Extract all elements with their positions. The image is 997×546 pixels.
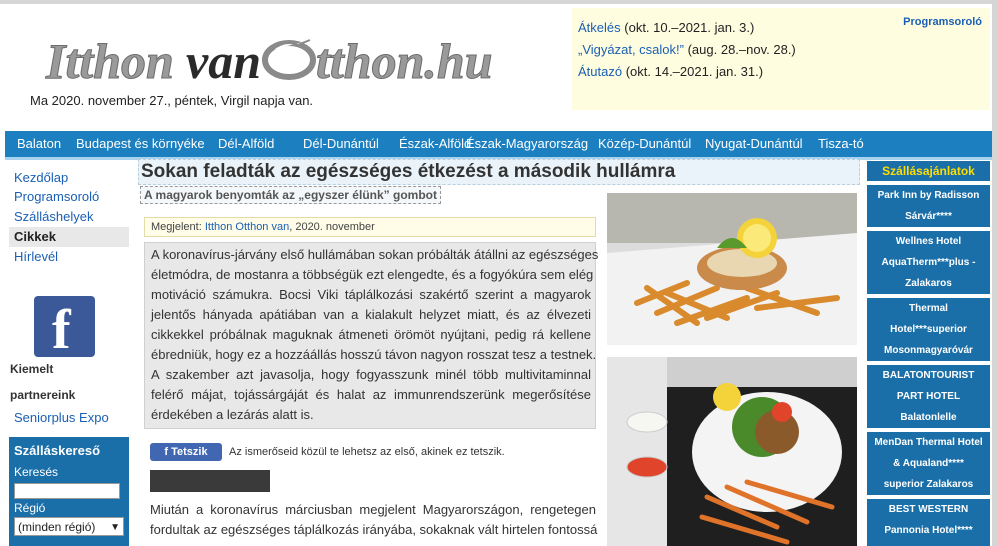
offer-line: Sárvár****: [905, 211, 952, 222]
event-dates: (okt. 14.–2021. jan. 31.): [625, 64, 764, 79]
event-item: Átkelés (okt. 10.–2021. jan. 3.): [578, 20, 754, 35]
offer-line: Hotel***superior: [890, 324, 967, 335]
article-title: Sokan feladták az egészséges étkezést a …: [141, 161, 676, 182]
search-title: Szálláskereső: [14, 443, 101, 458]
ad-banner[interactable]: [150, 470, 270, 492]
svg-text:tthon.hu: tthon.hu: [316, 33, 493, 89]
article-intro: A koronavírus-járvány első hullámában so…: [144, 242, 599, 429]
events-program-link[interactable]: Programsoroló: [903, 16, 982, 28]
nav-budapest[interactable]: Budapest és környéke: [76, 136, 205, 151]
intro-line: motiváció számukra. Bocsi Viki táplálkoz…: [151, 287, 591, 302]
partners-heading-2: partnereink: [10, 388, 76, 402]
event-item: „Vigyázat, csalok!” (aug. 28.–nov. 28.): [578, 42, 796, 57]
event-dates: (aug. 28.–nov. 28.): [687, 42, 796, 57]
site-logo[interactable]: Itthon van tthon.hu: [44, 30, 534, 90]
meta-author-link[interactable]: Itthon Otthon van: [205, 221, 289, 233]
offers-heading: Szállásajánlatok: [867, 161, 990, 181]
intro-line: A koronavírus-járvány első hullámában so…: [151, 247, 599, 262]
nav-eszak-magyarorszag[interactable]: Észak-Magyarország: [466, 136, 588, 151]
search-keyword-label: Keresés: [14, 465, 59, 479]
offer-best-western[interactable]: BEST WESTERN Pannonia Hotel****: [867, 499, 990, 546]
intro-line: cikkekkel próbálnak maguknak átmeneti ör…: [151, 327, 591, 342]
svg-text:Itthon: Itthon: [45, 33, 174, 89]
event-item: Átutazó (okt. 14.–2021. jan. 31.): [578, 64, 763, 79]
offer-line: superior Zalakaros: [883, 479, 974, 490]
partner-link[interactable]: Seniorplus Expo: [14, 410, 109, 425]
intro-line: életmódra, de mostanra a többségük ezt e…: [151, 267, 594, 282]
event-link[interactable]: Átutazó: [578, 64, 622, 79]
search-input[interactable]: [14, 483, 120, 499]
nav-kozep-dunantul[interactable]: Közép-Dunántúl: [598, 136, 691, 151]
events-box: Programsoroló Átkelés (okt. 10.–2021. ja…: [572, 8, 990, 110]
accommodation-search: Szálláskereső Keresés Régió (minden régi…: [9, 437, 129, 546]
region-select-value: (minden régió): [18, 520, 96, 534]
nav-del-dunantul[interactable]: Dél-Dunántúl: [303, 136, 379, 151]
offer-thermal-hotel[interactable]: Thermal Hotel***superior Mosonmagyaróvár: [867, 298, 990, 361]
offer-line: Balatonlelle: [900, 412, 957, 423]
menu-programs[interactable]: Programsoroló: [9, 187, 129, 207]
like-label: Tetszik: [171, 446, 208, 458]
event-link[interactable]: Átkelés: [578, 20, 621, 35]
meta-date: , 2020. november: [289, 221, 375, 233]
intro-line: felérő májat, tojássárgáját és halat az …: [151, 387, 591, 402]
nav-balaton[interactable]: Balaton: [17, 136, 61, 151]
offer-line: Pannonia Hotel****: [884, 525, 973, 536]
event-link[interactable]: „Vigyázat, csalok!”: [578, 42, 684, 57]
article-meta: Megjelent: Itthon Otthon van, 2020. nove…: [144, 217, 596, 237]
offer-line: Thermal: [909, 303, 948, 314]
menu-home[interactable]: Kezdőlap: [9, 168, 129, 188]
offer-line: Zalakaros: [905, 278, 952, 289]
intro-line: érdekében a lezárás alatt is.: [151, 407, 314, 422]
nav-del-alfold[interactable]: Dél-Alföld: [218, 136, 274, 151]
menu-articles[interactable]: Cikkek: [9, 227, 129, 247]
meta-prefix: Megjelent:: [151, 221, 202, 233]
offer-line: Wellnes Hotel: [895, 236, 962, 247]
region-select[interactable]: (minden régió) ▼: [14, 517, 124, 536]
offer-line: Mosonmagyaróvár: [884, 345, 973, 356]
nav-tisza-to[interactable]: Tisza-tó: [818, 136, 864, 151]
facebook-icon[interactable]: f: [34, 296, 95, 361]
region-nav: Balaton Budapest és környéke Dél-Alföld …: [5, 131, 992, 160]
article-lead: A magyarok benyomták az „egyszer élünk” …: [140, 186, 441, 204]
nav-eszak-alfold[interactable]: Észak-Alföld: [399, 136, 471, 151]
offer-line: MenDan Thermal Hotel: [874, 437, 983, 448]
food-photo-plate: [607, 357, 857, 546]
svg-text:van: van: [186, 33, 261, 89]
offer-line: AquaTherm***plus -: [881, 257, 976, 268]
intro-line: jelentős hányada apátiában van a kialaku…: [151, 307, 591, 322]
partners-heading: Kiemelt: [10, 362, 54, 376]
offer-line: PART HOTEL: [896, 391, 961, 402]
offer-aquatherm[interactable]: Wellnes Hotel AquaTherm***plus - Zalakar…: [867, 231, 990, 294]
like-text: Az ismerőseid közül te lehetsz az első, …: [229, 446, 505, 458]
intro-line: A szakember azt javasolja, hogy fogyassz…: [151, 367, 591, 382]
facebook-like-button[interactable]: f Tetszik: [150, 443, 222, 461]
menu-accommodation[interactable]: Szálláshelyek: [9, 207, 129, 227]
offer-line: BEST WESTERN: [888, 504, 969, 515]
page-border-right: [992, 0, 997, 546]
body-line: fordultak az egészséges táplálkozás irán…: [150, 522, 598, 537]
search-region-label: Régió: [14, 501, 46, 515]
offer-mendan[interactable]: MenDan Thermal Hotel & Aqualand**** supe…: [867, 432, 990, 495]
date-line: Ma 2020. november 27., péntek, Virgil na…: [30, 93, 314, 108]
body-line: Miután a koronavírus márciusban megjelen…: [150, 502, 596, 517]
chevron-down-icon: ▼: [110, 522, 120, 533]
event-dates: (okt. 10.–2021. jan. 3.): [624, 20, 755, 35]
menu-newsletter[interactable]: Hírlevél: [9, 247, 129, 267]
offer-balatontourist[interactable]: BALATONTOURIST PART HOTEL Balatonlelle: [867, 365, 990, 428]
offer-line: BALATONTOURIST: [882, 370, 975, 381]
offer-park-inn[interactable]: Park Inn by Radisson Sárvár****: [867, 185, 990, 227]
offer-line: Park Inn by Radisson: [877, 190, 980, 201]
food-photo-fries: [607, 193, 857, 345]
intro-line: ébredniük, hogy ez a hozzáállás hosszú t…: [151, 347, 597, 362]
nav-nyugat-dunantul[interactable]: Nyugat-Dunántúl: [705, 136, 803, 151]
offer-line: & Aqualand****: [893, 458, 964, 469]
